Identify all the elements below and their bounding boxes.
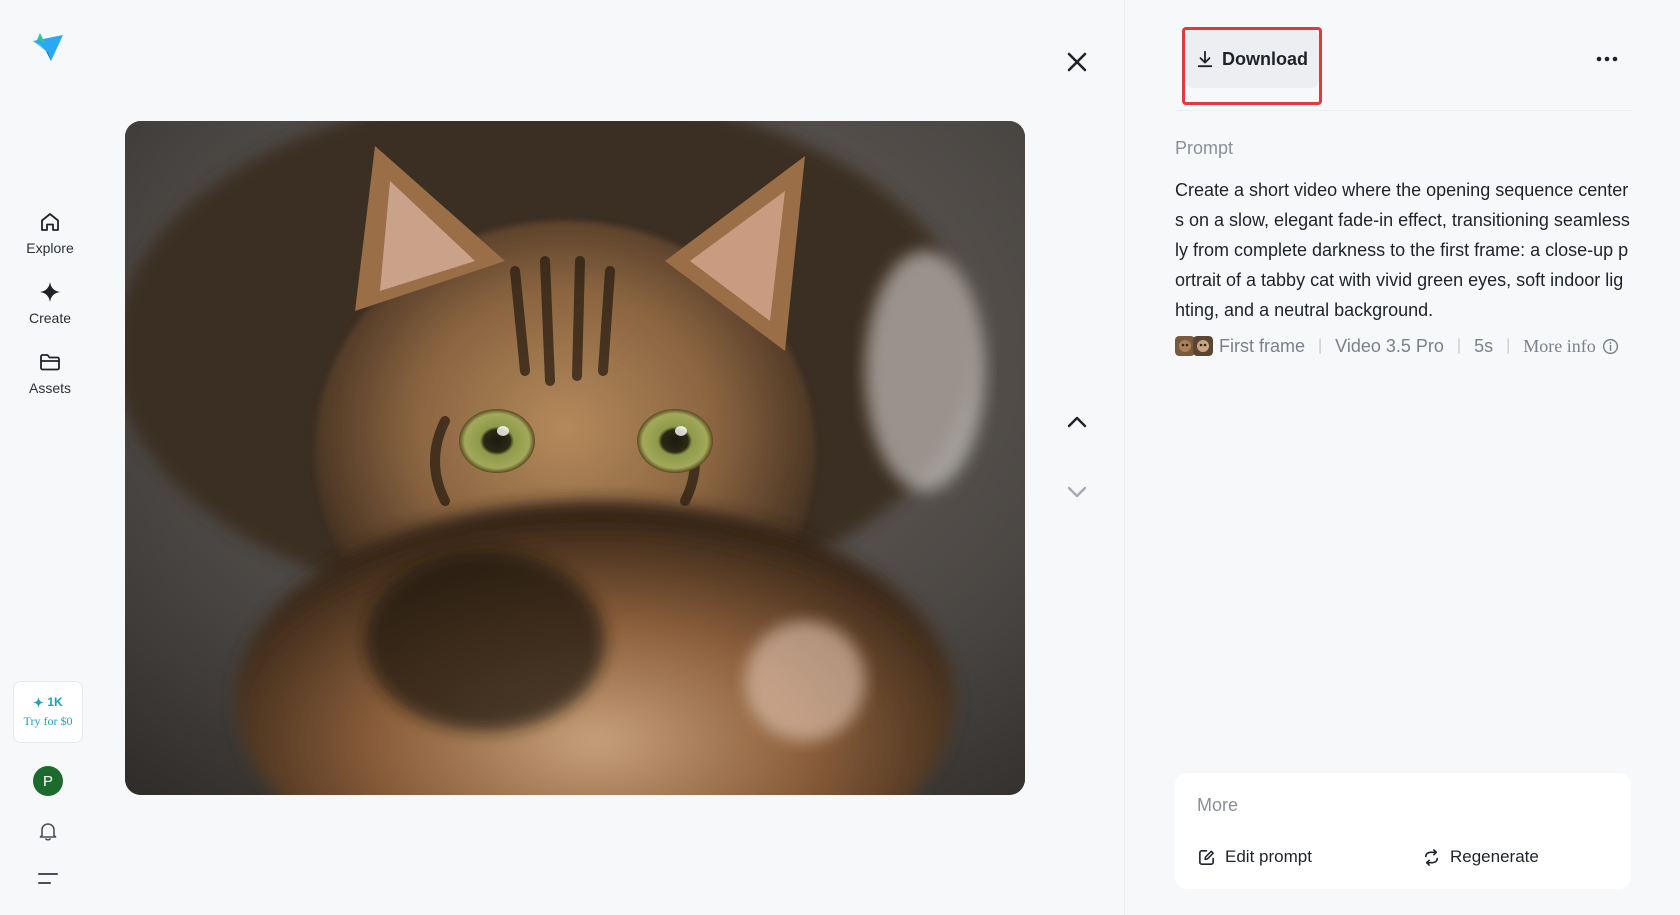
edit-prompt-label: Edit prompt (1225, 847, 1312, 866)
first-frame-label: First frame (1219, 335, 1306, 356)
sparkle-icon (33, 696, 45, 708)
model-name: Video 3.5 Pro (1335, 335, 1444, 356)
duration: 5s (1474, 335, 1494, 356)
regenerate-button[interactable]: Regenerate (1422, 847, 1539, 867)
edit-prompt-button[interactable]: Edit prompt (1197, 847, 1312, 867)
thumbnail-image (1175, 336, 1195, 356)
app-logo[interactable] (31, 31, 65, 65)
credits-count: 1K (47, 695, 63, 709)
download-icon (1197, 50, 1213, 68)
sidebar: Explore Create Assets 1K Try for $0 P (0, 0, 100, 915)
info-icon (1602, 338, 1618, 354)
header-divider (1175, 110, 1631, 111)
separator: | (1506, 337, 1511, 354)
sidebar-item-label: Assets (28, 380, 71, 396)
sidebar-item-create[interactable]: Create (0, 280, 100, 336)
try-free-link[interactable]: Try for $0 (24, 714, 73, 729)
prompt-text: Create a short video where the opening s… (1175, 180, 1630, 320)
edit-icon (1199, 849, 1214, 865)
folder-icon (40, 354, 60, 371)
download-button[interactable]: Download (1185, 30, 1319, 88)
panel-divider (1124, 0, 1125, 915)
home-icon (41, 213, 59, 231)
separator: | (1318, 337, 1323, 354)
sidebar-item-label: Explore (26, 240, 74, 256)
media-preview[interactable] (125, 121, 1025, 795)
more-info-label: More info (1523, 335, 1596, 356)
menu-icon[interactable] (37, 870, 59, 888)
thumbnail-image (1193, 336, 1213, 356)
prompt-label: Prompt (1175, 138, 1234, 158)
regenerate-icon (1424, 848, 1439, 866)
credits-promo[interactable]: 1K Try for $0 (13, 681, 83, 743)
sparkle-icon (40, 282, 60, 302)
first-frame-thumbnails[interactable] (1175, 336, 1213, 356)
sidebar-item-assets[interactable]: Assets (0, 350, 100, 406)
separator: | (1456, 337, 1462, 354)
more-actions-card: More Edit prompt Regenerate (1175, 773, 1631, 889)
paper-plane-logo-icon (33, 33, 63, 61)
chevron-up-icon[interactable] (1063, 408, 1091, 436)
download-label: Download (1222, 48, 1308, 69)
avatar[interactable]: P (33, 766, 63, 796)
credits-badge: 1K (33, 695, 63, 709)
close-icon[interactable] (1063, 48, 1091, 76)
generation-meta: First frame | Video 3.5 Pro | 5s | More … (1175, 334, 1619, 358)
more-info-link[interactable]: More info (1523, 336, 1618, 357)
regenerate-label: Regenerate (1450, 847, 1539, 866)
more-options-icon[interactable] (1590, 46, 1624, 72)
bell-icon[interactable] (37, 820, 59, 842)
more-title: More (1197, 795, 1239, 815)
sidebar-item-explore[interactable]: Explore (0, 210, 100, 266)
avatar-initial: P (42, 772, 53, 790)
cat-image (125, 121, 1025, 795)
chevron-down-icon[interactable] (1063, 478, 1091, 506)
sidebar-item-label: Create (28, 310, 72, 326)
